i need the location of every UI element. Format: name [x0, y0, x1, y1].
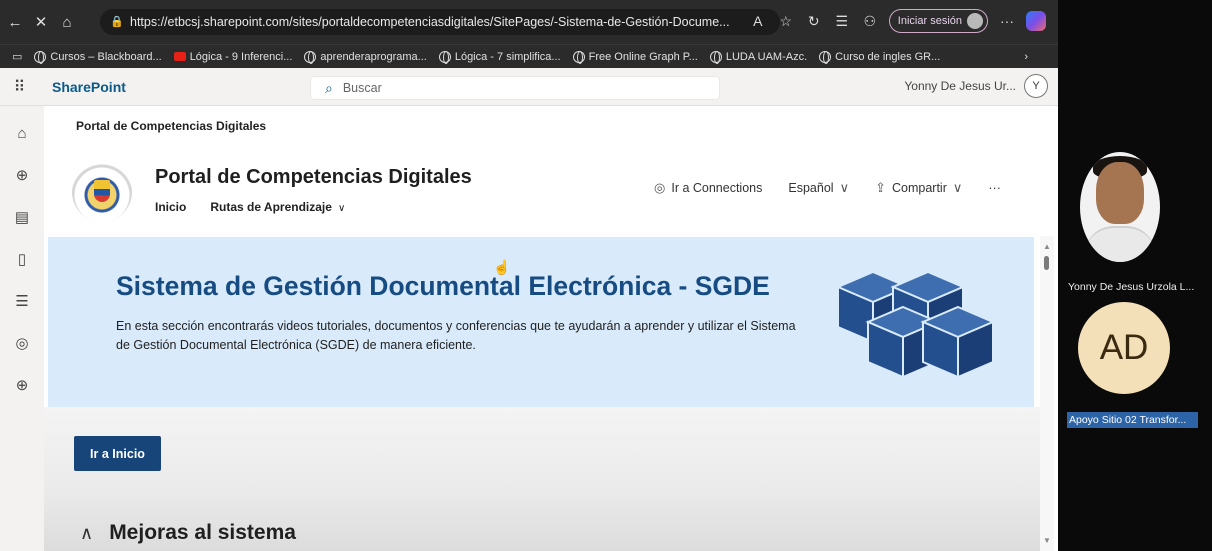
globe-icon[interactable]: ⊕ [12, 166, 32, 186]
hero-text: En esta sección encontrarás videos tutor… [116, 319, 796, 352]
connections-icon: ◎ [654, 180, 666, 195]
participant-avatar: AD [1078, 302, 1170, 394]
nav-routes[interactable]: Rutas de Aprendizaje ∨ [210, 200, 345, 214]
chevron-down-icon: ∨ [839, 180, 850, 195]
share-icon: ⇪ [875, 180, 886, 195]
more-button[interactable]: ··· [988, 181, 1001, 195]
page-content: Portal de Competencias Digitales Portal … [44, 106, 1040, 551]
site-nav: Inicio Rutas de Aprendizaje ∨ [155, 200, 345, 214]
bookmark-item[interactable]: Free Online Graph P... [572, 50, 698, 64]
signin-button[interactable]: Iniciar sesión [888, 9, 988, 33]
user-name: Yonny De Jesus Ur... [904, 79, 1016, 93]
scrollbar[interactable]: ▲ ▼ [1040, 236, 1054, 551]
scroll-thumb[interactable] [1044, 256, 1049, 270]
add-icon[interactable]: ⊕ [12, 376, 32, 396]
site-logo [72, 162, 132, 222]
home-button[interactable]: Ir a Inicio [74, 436, 161, 471]
chevron-right-icon[interactable]: › [1024, 51, 1028, 63]
hero-banner: Sistema de Gestión Documental Electrónic… [48, 237, 1034, 407]
connections-icon[interactable]: ◎ [12, 334, 32, 354]
bookmark-item[interactable]: aprenderaprograma... [304, 50, 427, 64]
back-icon[interactable]: ← [4, 11, 26, 33]
site-actions: ◎ Ir a Connections Español ∨ ⇪ Compartir ∨ ·… [654, 180, 1027, 196]
connections-button[interactable]: ◎ Ir a Connections [654, 180, 762, 196]
share-button[interactable]: ⇪ Compartir ∨ [875, 180, 962, 196]
file-icon[interactable]: ▯ [12, 250, 32, 270]
url-text: https://etbcsj.sharepoint.com/sites/port… [130, 15, 730, 29]
user-menu[interactable]: Yonny De Jesus Ur... Y [904, 74, 1048, 98]
bookmarks-bar: ▭ Cursos – Blackboard... Lógica - 9 Infe… [0, 44, 1058, 68]
address-bar[interactable]: 🔒 https://etbcsj.sharepoint.com/sites/po… [100, 9, 780, 35]
copilot-icon[interactable] [1026, 11, 1046, 31]
news-icon[interactable]: ▤ [12, 208, 32, 228]
favorites-list-icon[interactable]: ☰ [833, 13, 851, 30]
section-header[interactable]: ∧ Mejoras al sistema [80, 521, 296, 545]
bookmark-item[interactable]: Curso de ingles GR... [819, 50, 940, 64]
chevron-down-icon: ∨ [952, 180, 963, 195]
bookmark-item[interactable]: LUDA UAM-Azc. [709, 50, 807, 64]
favorite-icon[interactable]: ☆ [777, 13, 795, 30]
avatar-icon [967, 13, 983, 29]
bookmark-item[interactable]: Lógica - 7 simplifica... [438, 50, 561, 64]
participant-name: Yonny De Jesus Urzola L... [1068, 281, 1195, 293]
chevron-down-icon: ∨ [337, 203, 346, 214]
participant-name: Apoyo Sitio 02 Transfor... [1067, 412, 1198, 428]
tab-actions-icon[interactable]: ▭ [12, 50, 22, 63]
refresh-icon[interactable]: ↻ [805, 13, 823, 30]
participant-video [1080, 152, 1160, 262]
home-icon[interactable]: ⌂ [56, 11, 78, 33]
language-select[interactable]: Español ∨ [788, 180, 849, 196]
scroll-up-icon[interactable]: ▲ [1043, 242, 1051, 251]
profile-icon[interactable]: ⚇ [861, 13, 879, 30]
scroll-down-icon[interactable]: ▼ [1043, 536, 1051, 545]
more-icon[interactable]: ··· [998, 13, 1016, 29]
meeting-panel [1058, 0, 1212, 551]
toolbar-right: A ☆ ↻ ☰ ⚇ Iniciar sesión ··· [749, 9, 1046, 33]
list-icon[interactable]: ☰ [12, 292, 32, 312]
bookmark-item[interactable]: Cursos – Blackboard... [34, 50, 162, 64]
avatar: Y [1024, 74, 1048, 98]
site-header: Portal de Competencias Digitales Inicio … [44, 142, 1040, 238]
site-title[interactable]: Portal de Competencias Digitales [155, 166, 472, 189]
app-name[interactable]: SharePoint [52, 79, 126, 95]
cubes-illustration [835, 270, 996, 379]
left-rail: ⌂ ⊕ ▤ ▯ ☰ ◎ ⊕ [0, 106, 44, 551]
search-placeholder: Buscar [342, 81, 382, 95]
hand-cursor-icon: ☝ [493, 259, 511, 275]
sharepoint-header: ⠿ SharePoint ⌕ Buscar Yonny De Jesus Ur.… [0, 68, 1058, 106]
read-aloud-icon[interactable]: A [749, 13, 767, 29]
close-icon[interactable]: ✕ [30, 11, 52, 33]
signin-label: Iniciar sesión [897, 15, 962, 27]
browser-toolbar: ← ✕ ⌂ 🔒 https://etbcsj.sharepoint.com/si… [0, 0, 1058, 44]
chevron-up-icon[interactable]: ∧ [80, 523, 93, 544]
lock-icon: 🔒 [110, 16, 124, 28]
nav-home[interactable]: Inicio [155, 200, 186, 214]
search-icon: ⌕ [325, 79, 333, 96]
browser-window: ← ✕ ⌂ 🔒 https://etbcsj.sharepoint.com/si… [0, 0, 1058, 551]
hero-title: Sistema de Gestión Documental Electrónic… [116, 271, 770, 301]
bookmark-item[interactable]: Lógica - 9 Inferenci... [173, 51, 292, 63]
app-launcher-icon[interactable]: ⠿ [0, 77, 40, 97]
home-icon[interactable]: ⌂ [12, 124, 32, 144]
breadcrumb[interactable]: Portal de Competencias Digitales [76, 119, 266, 133]
search-input[interactable]: ⌕ Buscar [310, 76, 720, 100]
section-title: Mejoras al sistema [109, 521, 296, 544]
